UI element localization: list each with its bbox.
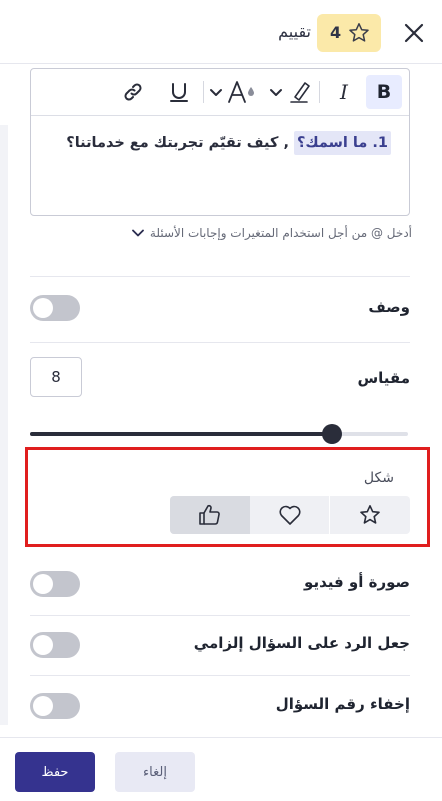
chevron-down-icon bbox=[132, 226, 144, 240]
close-icon[interactable] bbox=[403, 22, 425, 44]
description-label: وصف bbox=[368, 298, 410, 316]
cancel-button[interactable]: إلغاء bbox=[115, 752, 195, 792]
description-toggle[interactable] bbox=[30, 295, 80, 321]
highlight-color-button[interactable] bbox=[267, 75, 317, 109]
toolbar-divider bbox=[319, 81, 320, 103]
answer-variable-chip[interactable]: 1. ما اسمك؟ bbox=[294, 131, 391, 155]
toolbar-divider bbox=[203, 81, 204, 103]
slider-handle[interactable] bbox=[322, 424, 342, 444]
heart-icon bbox=[279, 505, 301, 525]
question-text[interactable]: 1. ما اسمك؟ , كيف تقيّم تجربتك مع خدماتن… bbox=[51, 131, 391, 155]
text-color-button[interactable] bbox=[207, 75, 263, 109]
scale-input[interactable]: 8 bbox=[30, 357, 82, 397]
shape-option-heart[interactable] bbox=[250, 496, 330, 534]
toggle-knob bbox=[33, 635, 53, 655]
shape-label: شكل bbox=[363, 470, 394, 486]
hide-number-label: إخفاء رقم السؤال bbox=[275, 695, 410, 713]
star-outline-icon bbox=[347, 21, 371, 45]
italic-button[interactable]: I bbox=[329, 75, 359, 109]
divider bbox=[30, 276, 410, 277]
hint-text: أدخل @ من أجل استخدام المتغيرات وإجابات … bbox=[149, 226, 412, 240]
toggle-knob bbox=[33, 696, 53, 716]
image-video-label: صورة أو فيديو bbox=[304, 573, 410, 591]
slider-fill bbox=[30, 432, 332, 436]
scale-label: مقياس bbox=[357, 369, 410, 387]
underline-button[interactable] bbox=[163, 75, 195, 109]
chevron-down-icon bbox=[270, 89, 282, 96]
variables-hint[interactable]: أدخل @ من أجل استخدام المتغيرات وإجابات … bbox=[132, 226, 412, 240]
image-video-toggle[interactable] bbox=[30, 571, 80, 597]
required-toggle[interactable] bbox=[30, 632, 80, 658]
chevron-down-icon bbox=[210, 89, 222, 96]
divider bbox=[30, 675, 410, 676]
question-number: 4 bbox=[330, 23, 342, 42]
scale-slider[interactable] bbox=[30, 424, 408, 444]
bold-button[interactable]: B bbox=[366, 75, 402, 109]
question-body: , كيف تقيّم تجربتك مع خدماتنا؟ bbox=[66, 135, 295, 151]
highlighter-icon bbox=[294, 82, 310, 101]
panel-header: 4 تقييم bbox=[0, 0, 442, 64]
question-type-badge: 4 bbox=[317, 14, 381, 52]
link-icon[interactable] bbox=[117, 75, 149, 109]
hide-number-toggle[interactable] bbox=[30, 693, 80, 719]
shape-selector bbox=[170, 496, 410, 534]
editor-toolbar: B I bbox=[31, 69, 409, 116]
thumbs-up-icon bbox=[199, 504, 220, 525]
divider bbox=[30, 342, 410, 343]
panel-title: تقييم bbox=[278, 22, 311, 41]
text-color-icon bbox=[228, 81, 246, 103]
panel-footer: حفظ إلغاء bbox=[0, 737, 442, 801]
shape-option-thumbs-up[interactable] bbox=[170, 496, 250, 534]
toggle-knob bbox=[33, 574, 53, 594]
star-icon bbox=[360, 505, 380, 524]
toggle-knob bbox=[33, 298, 53, 318]
divider bbox=[30, 615, 410, 616]
required-label: جعل الرد على السؤال إلزامي bbox=[193, 634, 410, 652]
question-editor[interactable]: B I 1. ما اسمك؟ , كيف تقيّم تجربتك مع خد… bbox=[30, 68, 410, 216]
shape-option-star[interactable] bbox=[330, 496, 410, 534]
save-button[interactable]: حفظ bbox=[15, 752, 95, 792]
background-panel-edge bbox=[0, 125, 8, 725]
